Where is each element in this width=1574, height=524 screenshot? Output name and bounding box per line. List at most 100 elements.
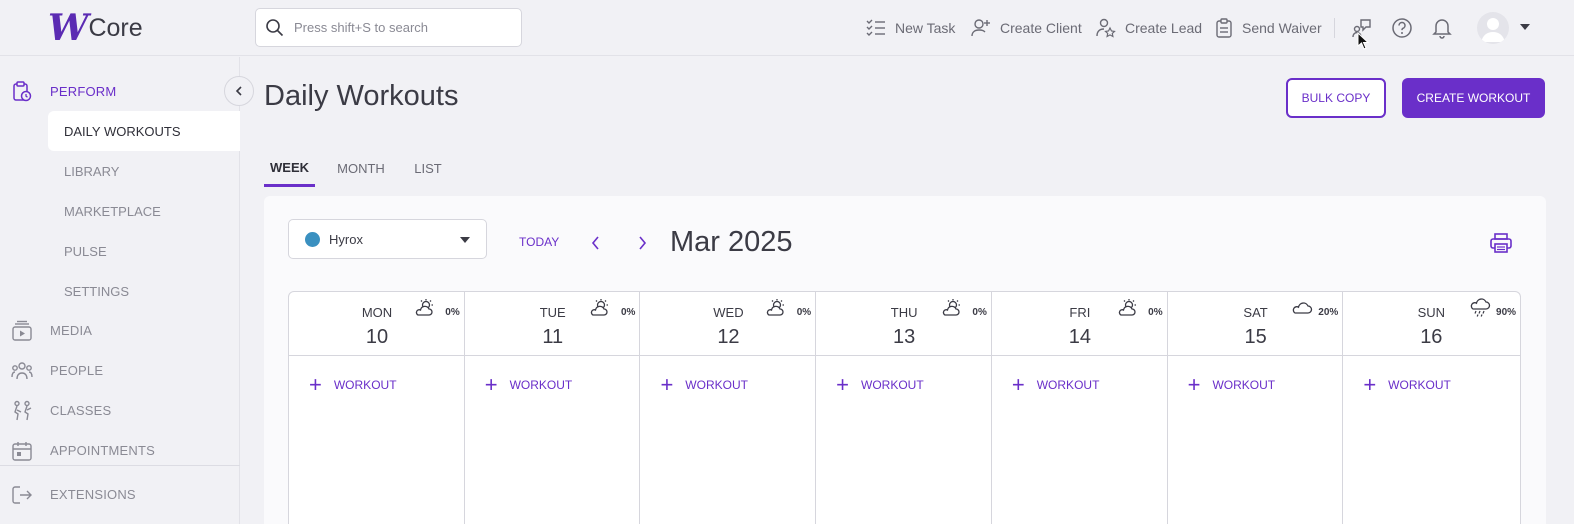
precipitation-chance: 0% — [1148, 307, 1163, 318]
logo-text: Core — [88, 14, 143, 42]
day-column-tue: TUE 11 0% + WORKOUT — [464, 292, 641, 524]
help-icon — [1392, 18, 1412, 38]
lead-star-icon — [1096, 18, 1116, 38]
search-box[interactable] — [255, 8, 522, 47]
toolbar-divider — [1334, 18, 1335, 38]
sidebar-item-extensions[interactable]: EXTENSIONS — [0, 474, 240, 514]
app-logo[interactable]: W Core — [48, 10, 143, 46]
program-select[interactable]: Hyrox — [288, 219, 487, 259]
new-task-button[interactable]: New Task — [866, 16, 955, 40]
day-name: THU — [890, 305, 918, 320]
notifications-button[interactable] — [1430, 16, 1454, 40]
cloud-icon — [1293, 302, 1313, 314]
tab-month[interactable]: MONTH — [333, 150, 389, 187]
create-workout-button[interactable]: CREATE WORKOUT — [1402, 78, 1545, 118]
rain-icon — [1470, 298, 1491, 317]
day-name: SAT — [1243, 305, 1268, 320]
plus-icon: + — [836, 372, 850, 397]
sidebar-item-marketplace[interactable]: MARKETPLACE — [48, 191, 240, 231]
add-workout-button[interactable]: + WORKOUT — [1363, 374, 1451, 396]
chevron-left-icon — [235, 86, 242, 96]
new-task-label: New Task — [895, 20, 956, 36]
add-workout-button[interactable]: + WORKOUT — [1187, 372, 1276, 397]
partly-cloudy-icon — [1118, 299, 1136, 316]
print-button[interactable] — [1489, 232, 1513, 254]
sidebar-item-people[interactable]: PEOPLE — [0, 350, 240, 390]
add-workout-label: WORKOUT — [861, 378, 924, 392]
collapse-sidebar-button[interactable] — [224, 76, 254, 106]
day-column-sun: SUN 16 90% + WORKOUT — [1343, 292, 1521, 524]
send-waiver-button[interactable]: Send Waiver — [1215, 16, 1322, 40]
tab-list[interactable]: LIST — [408, 150, 448, 187]
create-client-button[interactable]: Create Client — [971, 16, 1082, 40]
previous-week-button[interactable] — [585, 232, 607, 254]
day-header: SAT 15 20% — [1167, 292, 1343, 356]
sidebar-label-people: PEOPLE — [50, 362, 104, 378]
day-number: 12 — [717, 326, 740, 348]
media-icon — [12, 320, 32, 341]
day-number: 16 — [1420, 326, 1443, 348]
add-workout-button[interactable]: + WORKOUT — [484, 372, 573, 397]
precipitation-chance: 20% — [1318, 307, 1339, 318]
sidebar-item-media[interactable]: MEDIA — [0, 310, 240, 350]
add-workout-button[interactable]: + WORKOUT — [660, 374, 748, 396]
bulk-copy-button[interactable]: BULK COPY — [1286, 78, 1386, 118]
day-header: MON 10 0% — [289, 292, 464, 356]
search-icon — [266, 18, 284, 36]
account-menu-caret[interactable] — [1520, 24, 1530, 30]
sidebar-item-library[interactable]: LIBRARY — [48, 151, 240, 191]
add-workout-button[interactable]: + WORKOUT — [836, 372, 924, 397]
plus-icon: + — [484, 372, 498, 397]
search-input[interactable] — [294, 20, 504, 35]
add-workout-button[interactable]: + WORKOUT — [309, 372, 397, 397]
add-user-icon — [971, 19, 990, 37]
add-workout-button[interactable]: + WORKOUT — [1011, 372, 1100, 397]
partly-cloudy-icon — [767, 299, 785, 316]
plus-icon: + — [1187, 372, 1201, 397]
people-icon — [11, 362, 33, 380]
sidebar-item-perform[interactable]: PERFORM — [0, 71, 240, 111]
day-number: 14 — [1068, 326, 1091, 348]
precipitation-chance: 0% — [620, 307, 636, 318]
chevron-down-icon — [460, 237, 470, 243]
task-list-icon — [866, 19, 885, 36]
day-name: WED — [713, 305, 744, 320]
sidebar-item-daily-workouts[interactable]: DAILY WORKOUTS — [48, 111, 240, 151]
help-button[interactable] — [1390, 16, 1414, 40]
plus-icon: + — [309, 372, 322, 397]
chevron-right-icon — [639, 236, 647, 250]
add-workout-label: WORKOUT — [333, 378, 397, 392]
tab-week[interactable]: WEEK — [264, 150, 315, 187]
add-workout-label: WORKOUT — [1388, 378, 1451, 392]
add-workout-label: WORKOUT — [685, 378, 748, 392]
day-number: 15 — [1244, 326, 1267, 348]
create-lead-button[interactable]: Create Lead — [1096, 16, 1202, 40]
plus-icon: + — [1011, 372, 1025, 397]
create-lead-label: Create Lead — [1125, 20, 1203, 36]
today-button[interactable]: TODAY — [519, 235, 559, 249]
avatar[interactable] — [1477, 12, 1509, 44]
precipitation-chance: 0% — [445, 307, 460, 318]
day-header: FRI 14 0% — [991, 292, 1167, 356]
clipboard-icon — [1216, 18, 1232, 38]
extensions-icon — [12, 486, 32, 504]
partly-cloudy-icon — [415, 299, 433, 316]
sidebar-label-appointments: APPOINTMENTS — [50, 442, 155, 458]
day-column-thu: THU 13 0% + WORKOUT — [816, 292, 992, 524]
day-name: MON — [361, 305, 393, 320]
day-name: SUN — [1417, 305, 1446, 320]
day-header: THU 13 0% — [816, 292, 991, 356]
sidebar-item-settings[interactable]: SETTINGS — [48, 271, 240, 311]
sidebar-label-classes: CLASSES — [50, 402, 112, 418]
precipitation-chance: 0% — [972, 307, 987, 318]
bell-icon — [1432, 19, 1452, 39]
day-name: TUE — [539, 305, 566, 320]
sidebar-item-pulse[interactable]: PULSE — [48, 231, 240, 271]
sidebar-item-classes[interactable]: CLASSES — [0, 390, 240, 430]
sidebar: PERFORM DAILY WORKOUTS LIBRARY MARKETPLA… — [0, 57, 240, 524]
day-column-fri: FRI 14 0% + WORKOUT — [991, 292, 1168, 524]
next-week-button[interactable] — [631, 232, 653, 254]
add-workout-label: WORKOUT — [1212, 378, 1276, 392]
day-number: 13 — [893, 326, 916, 348]
sidebar-item-appointments[interactable]: APPOINTMENTS — [0, 430, 240, 470]
